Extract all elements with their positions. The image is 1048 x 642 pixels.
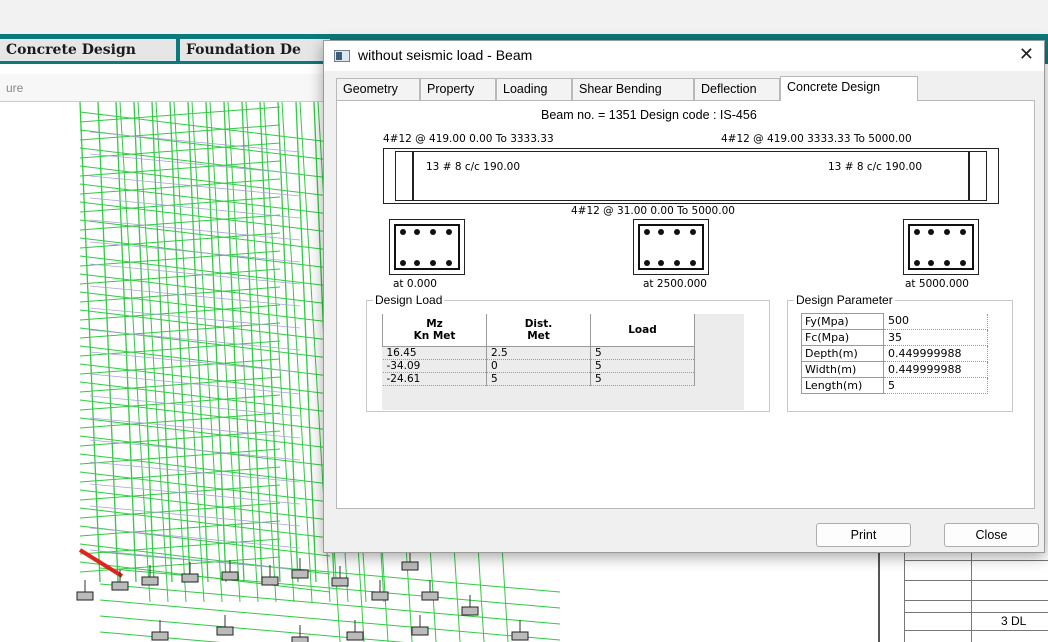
param-row-length[interactable]: Length(m) 5 [801, 377, 988, 394]
section-mid [633, 219, 709, 275]
table-row[interactable]: 16.45 2.5 5 [382, 346, 695, 360]
cell-dist: 0 [486, 359, 591, 373]
design-load-table[interactable]: Mz Kn Met Dist. Met Load 16.45 2.5 5 -34… [382, 314, 695, 386]
stirrup-left-label: 13 # 8 c/c 190.00 [426, 161, 521, 173]
cell-load: 5 [590, 359, 695, 373]
beam-info: Beam no. = 1351 Design code : IS-456 [541, 108, 757, 122]
toolbar-label: ure [6, 81, 24, 95]
param-row-fy[interactable]: Fy(Mpa) 500 [801, 313, 988, 330]
print-button[interactable]: Print [816, 523, 911, 547]
beam-elevation: 13 # 8 c/c 190.00 13 # 8 c/c 190.00 [383, 148, 999, 204]
tab-deflection[interactable]: Deflection [694, 78, 780, 100]
param-row-depth[interactable]: Depth(m) 0.449999988 [801, 345, 988, 362]
cell-load: 5 [590, 372, 695, 386]
app-tab-foundation-design[interactable]: Foundation De [180, 39, 330, 61]
col-header-load: Load [590, 314, 695, 347]
window-top-strip [0, 0, 1048, 34]
table-row[interactable]: -24.61 5 5 [382, 372, 695, 386]
top-left-rebar-label: 4#12 @ 419.00 0.00 To 3333.33 [383, 133, 554, 145]
table-row[interactable]: -34.09 0 5 [382, 359, 695, 373]
design-load-legend: Design Load [373, 293, 445, 307]
dialog-titlebar[interactable]: without seismic load - Beam ✕ [324, 41, 1044, 71]
section-start-label: at 0.000 [393, 278, 437, 290]
close-icon[interactable]: ✕ [1019, 44, 1034, 65]
param-row-fc[interactable]: Fc(Mpa) 35 [801, 329, 988, 346]
cell-mz: 16.45 [382, 346, 487, 360]
section-end [903, 219, 979, 275]
dialog-title: without seismic load - Beam [358, 47, 533, 63]
tab-concrete-design[interactable]: Concrete Design [780, 76, 918, 101]
stirrup-right-label: 13 # 8 c/c 190.00 [828, 161, 923, 173]
design-parameter-legend: Design Parameter [794, 293, 895, 307]
bottom-rebar-label: 4#12 @ 31.00 0.00 To 5000.00 [571, 205, 735, 217]
section-end-label: at 5000.000 [905, 278, 969, 290]
cell-dist: 5 [486, 372, 591, 386]
design-parameter-table[interactable]: Fy(Mpa) 500 Fc(Mpa) 35 Depth(m) 0.449999988… [801, 313, 988, 394]
top-right-rebar-label: 4#12 @ 419.00 3333.33 To 5000.00 [721, 133, 912, 145]
col-header-dist: Dist. Met [486, 314, 591, 347]
side-panel-load-label: 3 DL [1001, 614, 1027, 628]
section-mid-label: at 2500.000 [643, 278, 707, 290]
side-results-panel: 3 DL [878, 550, 1048, 642]
param-row-width[interactable]: Width(m) 0.449999988 [801, 361, 988, 378]
tab-geometry[interactable]: Geometry [336, 78, 420, 100]
design-parameter-group: Design Parameter Fy(Mpa) 500 Fc(Mpa) 35 De… [787, 293, 1013, 412]
concrete-design-panel: Beam no. = 1351 Design code : IS-456 4#1… [336, 100, 1035, 509]
app-tab-concrete-design[interactable]: Concrete Design [0, 39, 176, 61]
close-button[interactable]: Close [944, 523, 1039, 547]
cell-dist: 2.5 [486, 346, 591, 360]
tab-shear-bending[interactable]: Shear Bending [572, 78, 694, 100]
app-toolbar: ure [0, 74, 330, 102]
cell-load: 5 [590, 346, 695, 360]
beam-dialog: without seismic load - Beam ✕ Geometry P… [323, 40, 1045, 553]
section-start [389, 219, 465, 275]
design-load-group: Design Load Mz Kn Met Dist. Met Load 16.… [366, 293, 770, 412]
cell-mz: -34.09 [382, 359, 487, 373]
cell-mz: -24.61 [382, 372, 487, 386]
tab-property[interactable]: Property [420, 78, 496, 100]
window-icon [334, 50, 350, 62]
col-header-mz: Mz Kn Met [382, 314, 487, 347]
tab-loading[interactable]: Loading [496, 78, 572, 100]
